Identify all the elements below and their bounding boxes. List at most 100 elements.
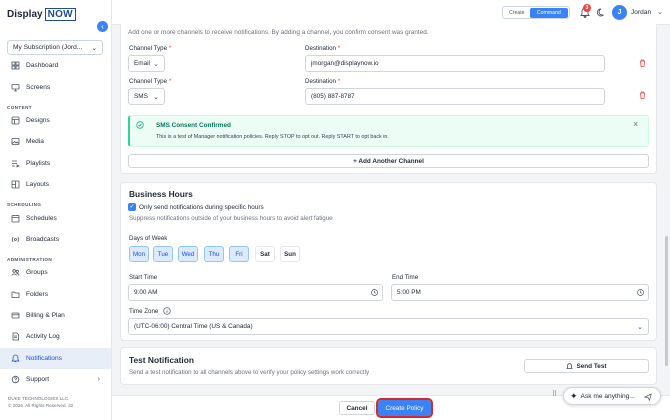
day-toggle-wed[interactable]: Wed <box>178 246 198 262</box>
business-hours-checkbox[interactable]: ✓ <box>128 203 136 211</box>
send-icon[interactable] <box>644 393 652 401</box>
day-toggle-mon[interactable]: Mon <box>129 246 149 262</box>
sidebar-item-label: Schedules <box>26 214 57 222</box>
sidebar-nav: Dashboard Screens CONTENT Designs Media Playl… <box>0 55 111 390</box>
day-toggle-tue[interactable]: Tue <box>153 246 173 262</box>
sidebar-item-support[interactable]: Support › <box>0 369 111 390</box>
business-hours-title: Business Hours <box>129 189 193 199</box>
end-time-input[interactable]: 5:00 PM <box>391 284 649 301</box>
screens-icon <box>11 83 20 91</box>
days-of-week-label: Days of Week <box>129 235 168 242</box>
chevron-down-icon: ⌄ <box>153 93 159 101</box>
chevron-right-icon: › <box>97 376 100 384</box>
destination-label: Destination * <box>305 45 341 52</box>
clock-icon <box>371 289 378 296</box>
send-test-button[interactable]: Send Test <box>524 359 649 373</box>
business-hours-checkbox-label: Only send notifications during specific … <box>139 204 264 211</box>
destination-input[interactable]: jmorgan@displaynow.io <box>305 55 605 72</box>
destination-input[interactable]: (805) 887-8787 <box>305 88 605 105</box>
sidebar-item-schedules[interactable]: Schedules <box>0 207 111 228</box>
end-time-value: 5:00 PM <box>397 289 421 296</box>
sidebar-item-activity-log[interactable]: Activity Log <box>0 326 111 347</box>
ask-assistant-input[interactable]: ✦ Ask me anything... <box>563 387 661 405</box>
logo-now-text: NOW <box>44 8 76 21</box>
mode-create-button[interactable]: Create <box>504 8 530 18</box>
scrollbar[interactable] <box>665 236 668 366</box>
dashboard-icon <box>11 61 20 70</box>
ask-placeholder: Ask me anything... <box>580 392 635 400</box>
channel-type-label: Channel Type * <box>129 78 172 85</box>
nav-section-scheduling: SCHEDULING <box>7 202 42 208</box>
support-icon <box>11 376 20 384</box>
sidebar: Display NOW My Subscription (Jord... ⌄ D… <box>0 0 112 420</box>
day-toggle-sun[interactable]: Sun <box>280 246 300 262</box>
collapse-sidebar-button[interactable]: ‹ <box>97 21 108 32</box>
add-channel-button[interactable]: + Add Another Channel <box>128 154 649 168</box>
sidebar-item-label: Screens <box>26 83 51 91</box>
chevron-down-icon[interactable]: ⌄ <box>657 8 663 16</box>
business-hours-helper: Suppress notifications outside of your b… <box>129 215 333 222</box>
sidebar-item-playlists[interactable]: Playlists <box>0 153 111 174</box>
sidebar-item-billing-plan[interactable]: Billing & Plan <box>0 305 111 326</box>
sidebar-item-designs[interactable]: Designs <box>0 110 111 131</box>
trash-icon[interactable] <box>639 91 646 99</box>
sidebar-item-label: Activity Log <box>26 333 60 341</box>
sidebar-item-notifications[interactable]: Notifications <box>0 347 111 370</box>
notification-count-badge: 3 <box>583 4 591 12</box>
schedules-icon <box>11 214 20 222</box>
create-policy-button[interactable]: Create Policy <box>376 398 433 418</box>
sidebar-item-screens[interactable]: Screens <box>0 76 111 97</box>
sidebar-item-label: Playlists <box>26 159 51 167</box>
sidebar-item-groups[interactable]: Groups <box>0 262 111 283</box>
consent-title: SMS Consent Confirmed <box>156 122 231 129</box>
close-icon[interactable]: × <box>633 119 638 129</box>
sidebar-item-dashboard[interactable]: Dashboard <box>0 55 111 76</box>
copyright-company: DUKE TECHNOLOGIES LLC <box>8 396 69 401</box>
subscription-select[interactable]: My Subscription (Jord... ⌄ <box>7 40 103 55</box>
sidebar-item-label: Support <box>26 376 50 384</box>
sidebar-item-layouts[interactable]: Layouts <box>0 174 111 195</box>
info-icon[interactable] <box>163 307 171 315</box>
nav-section-content: CONTENT <box>7 104 33 110</box>
notifications-icon <box>11 354 20 362</box>
start-time-label: Start Time <box>129 274 158 281</box>
time-zone-select[interactable]: (UTC-06:00) Central Time (US & Canada) ⌄ <box>128 318 649 335</box>
channel-type-select[interactable]: Email ⌄ <box>128 55 165 72</box>
channel-type-select[interactable]: SMS ⌄ <box>128 88 165 105</box>
day-toggle-sat[interactable]: Sat <box>255 246 275 262</box>
app-logo[interactable]: Display NOW <box>7 7 76 22</box>
sidebar-item-label: Dashboard <box>26 62 59 70</box>
start-time-input[interactable]: 9:00 AM <box>128 284 383 301</box>
trash-icon[interactable] <box>639 59 646 67</box>
day-toggle-fri[interactable]: Fri <box>229 246 249 262</box>
user-name[interactable]: Jordan <box>631 9 651 16</box>
folders-icon <box>11 291 20 298</box>
sidebar-item-label: Designs <box>26 116 50 124</box>
destination-label: Destination * <box>305 78 341 85</box>
channel-type-value: Email <box>134 60 150 67</box>
end-time-label: End Time <box>392 274 419 281</box>
playlists-icon <box>12 160 20 168</box>
sidebar-item-label: Media <box>26 138 44 146</box>
test-notification-title: Test Notification <box>129 355 194 365</box>
consent-body: This is a test of Manager notification p… <box>156 134 389 140</box>
day-toggle-thu[interactable]: Thu <box>204 246 224 262</box>
sparkle-icon: ✦ <box>570 390 578 401</box>
activity-log-icon <box>12 333 19 341</box>
drag-handle-icon[interactable]: ⠿ <box>552 391 558 402</box>
sidebar-item-broadcasts[interactable]: Broadcasts <box>0 229 111 250</box>
media-icon <box>11 138 20 146</box>
sidebar-item-media[interactable]: Media <box>0 131 111 152</box>
cancel-button[interactable]: Cancel <box>339 401 375 415</box>
avatar[interactable]: J <box>612 5 627 20</box>
top-bar: Create Command 3 J Jordan ⌄ <box>112 0 670 25</box>
mode-command-button[interactable]: Command <box>529 7 568 18</box>
time-zone-label: Time Zone <box>129 308 159 315</box>
send-test-label: Send Test <box>576 362 607 370</box>
sidebar-item-folders[interactable]: Folders <box>0 284 111 305</box>
sidebar-item-label: Notifications <box>26 354 62 362</box>
sidebar-item-label: Broadcasts <box>26 235 59 243</box>
moon-icon[interactable] <box>597 8 606 17</box>
groups-icon <box>11 269 20 276</box>
nav-section-administration: ADMINISTRATION <box>7 257 53 263</box>
